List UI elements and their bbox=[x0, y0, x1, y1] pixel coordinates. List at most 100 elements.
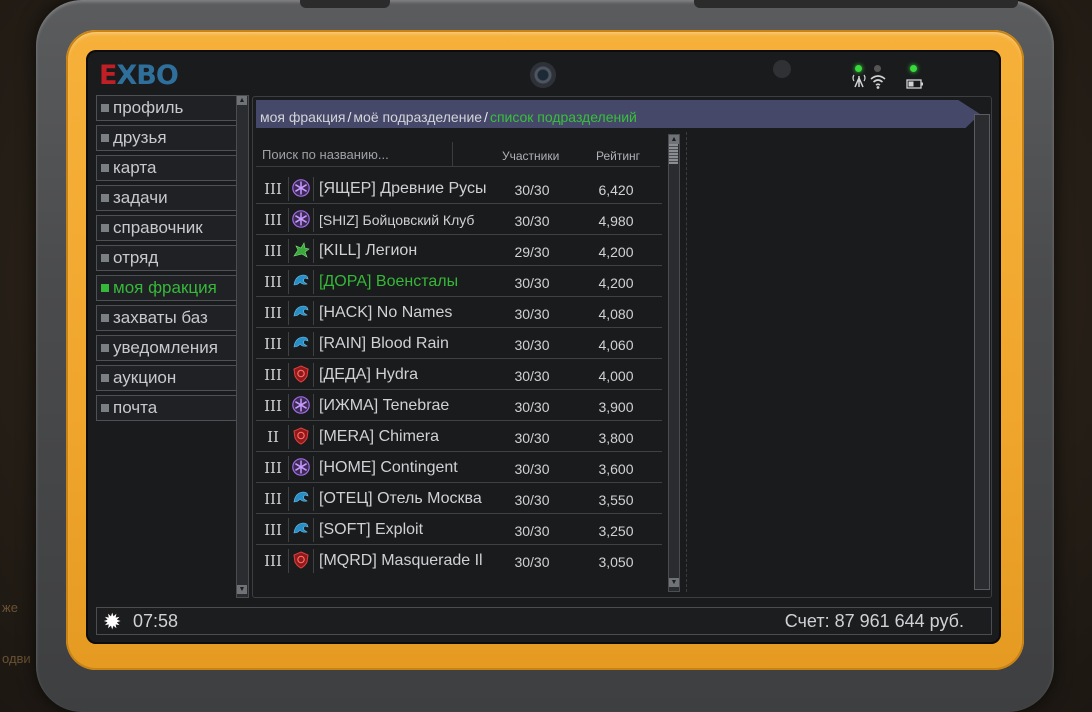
logo-bo: BO bbox=[136, 60, 179, 91]
column-header-members[interactable]: Участники bbox=[502, 149, 559, 163]
menu-item-label: профиль bbox=[113, 98, 184, 117]
menu-item-my-faction[interactable]: моя фракция bbox=[96, 275, 236, 301]
tablet-top-tab bbox=[694, 0, 1018, 8]
unit-rank: III bbox=[264, 273, 282, 291]
unit-rating: 3,550 bbox=[598, 492, 634, 508]
menu-scrollbar[interactable] bbox=[236, 95, 249, 598]
bullet-icon bbox=[101, 284, 109, 292]
unit-row[interactable]: III [KILL] Легион 29/30 4,200 bbox=[256, 236, 662, 266]
blue-eagle-icon bbox=[288, 301, 314, 325]
unit-row[interactable]: III [ЯЩЕР] Древние Русы 30/30 6,420 bbox=[256, 174, 662, 204]
unit-name: [ОТЕЦ] Отель Москва bbox=[319, 490, 482, 507]
list-scroll-thumb[interactable] bbox=[669, 144, 678, 164]
menu-item-reference[interactable]: справочник bbox=[96, 215, 236, 241]
unit-row[interactable]: III [HOME] Contingent 30/30 3,600 bbox=[256, 453, 662, 483]
menu-item-label: уведомления bbox=[113, 338, 218, 357]
unit-name: [ИЖМА] Tenebrae bbox=[319, 397, 450, 414]
unit-rank: II bbox=[267, 428, 279, 446]
unit-row[interactable]: III [ДОРА] Военсталы 30/30 4,200 bbox=[256, 267, 662, 297]
list-scroll-down-icon[interactable]: ▼ bbox=[669, 578, 679, 587]
unit-name: [HACK] No Names bbox=[319, 304, 453, 321]
unit-members: 29/30 bbox=[514, 244, 550, 260]
unit-members: 30/30 bbox=[514, 461, 550, 477]
unit-members: 30/30 bbox=[514, 213, 550, 229]
signal-led-icon bbox=[855, 65, 862, 72]
unit-row[interactable]: III [SHIZ] Бойцовский Клуб 30/30 4,980 bbox=[256, 205, 662, 235]
bullet-icon bbox=[101, 404, 109, 412]
purple-snowflake-icon bbox=[288, 456, 314, 480]
unit-rating: 6,420 bbox=[598, 182, 634, 198]
menu-item-profile[interactable]: профиль bbox=[96, 95, 236, 121]
unit-row[interactable]: III [ОТЕЦ] Отель Москва 30/30 3,550 bbox=[256, 484, 662, 514]
menu-item-notifications[interactable]: уведомления bbox=[96, 335, 236, 361]
unit-name: [ДЕДА] Hydra bbox=[319, 366, 419, 383]
unit-rating: 4,200 bbox=[598, 244, 634, 260]
bullet-icon bbox=[101, 194, 109, 202]
menu-item-label: отряд bbox=[113, 248, 159, 267]
menu-item-label: справочник bbox=[113, 218, 203, 237]
menu-item-label: моя фракция bbox=[113, 278, 217, 297]
breadcrumb: моя фракция / моё подразделение / список под… bbox=[256, 100, 980, 128]
unit-rank: III bbox=[264, 459, 282, 477]
red-shield-icon bbox=[288, 549, 314, 573]
unit-members: 30/30 bbox=[514, 554, 550, 570]
search-input[interactable] bbox=[258, 142, 453, 166]
menu-item-label: карта bbox=[113, 158, 157, 177]
battery-icon bbox=[906, 77, 924, 92]
menu-item-tasks[interactable]: задачи bbox=[96, 185, 236, 211]
menu-scroll-up-icon[interactable]: ▲ bbox=[237, 96, 247, 105]
unit-row[interactable]: III [HACK] No Names 30/30 4,080 bbox=[256, 298, 662, 328]
breadcrumb-separator: / bbox=[347, 109, 352, 125]
unit-name: [SOFT] Exploit bbox=[319, 521, 424, 538]
sun-icon: ✹ bbox=[103, 609, 122, 634]
blue-eagle-icon bbox=[288, 487, 314, 511]
light-sensor-icon bbox=[773, 60, 791, 78]
unit-row[interactable]: III [ДЕДА] Hydra 30/30 4,000 bbox=[256, 360, 662, 390]
menu-item-map[interactable]: карта bbox=[96, 155, 236, 181]
sidebar-menu: профиль друзья карта задачи справочник о… bbox=[96, 95, 236, 425]
list-scroll-up-icon[interactable]: ▲ bbox=[669, 135, 679, 144]
unit-name: [SHIZ] Бойцовский Клуб bbox=[319, 212, 475, 228]
content-scrollbar[interactable] bbox=[974, 114, 990, 590]
tablet-top-tab bbox=[300, 0, 390, 8]
exbo-logo: EXBO bbox=[99, 60, 179, 91]
unit-members: 30/30 bbox=[514, 368, 550, 384]
unit-details-panel bbox=[686, 132, 973, 592]
unit-name: [MERA] Chimera bbox=[319, 428, 440, 445]
unit-row[interactable]: III [MQRD] Masquerade Il 30/30 3,050 bbox=[256, 546, 662, 574]
menu-item-label: друзья bbox=[113, 128, 167, 147]
unit-rating: 4,000 bbox=[598, 368, 634, 384]
unit-rating: 4,200 bbox=[598, 275, 634, 291]
unit-members: 30/30 bbox=[514, 523, 550, 539]
unit-rank: III bbox=[264, 180, 282, 198]
unit-row[interactable]: II [MERA] Chimera 30/30 3,800 bbox=[256, 422, 662, 452]
column-header-rating[interactable]: Рейтинг bbox=[596, 149, 640, 163]
menu-item-label: задачи bbox=[113, 188, 168, 207]
bullet-icon bbox=[101, 104, 109, 112]
menu-item-auction[interactable]: аукцион bbox=[96, 365, 236, 391]
unit-row[interactable]: III [ИЖМА] Tenebrae 30/30 3,900 bbox=[256, 391, 662, 421]
breadcrumb-link-my-unit[interactable]: моё подразделение bbox=[353, 109, 482, 125]
clock: 07:58 bbox=[133, 611, 179, 631]
balance: Счет: 87 961 644 руб. bbox=[784, 611, 964, 631]
unit-row[interactable]: III [RAIN] Blood Rain 30/30 4,060 bbox=[256, 329, 662, 359]
menu-item-friends[interactable]: друзья bbox=[96, 125, 236, 151]
menu-item-mail[interactable]: почта bbox=[96, 395, 236, 421]
unit-row[interactable]: III [SOFT] Exploit 30/30 3,250 bbox=[256, 515, 662, 545]
breadcrumb-link-my-faction[interactable]: моя фракция bbox=[260, 109, 346, 125]
bullet-icon bbox=[101, 374, 109, 382]
list-header: Участники Рейтинг bbox=[256, 140, 660, 167]
blue-eagle-icon bbox=[288, 332, 314, 356]
bullet-icon bbox=[101, 344, 109, 352]
purple-snowflake-icon bbox=[288, 177, 314, 201]
unit-rating: 3,250 bbox=[598, 523, 634, 539]
unit-members: 30/30 bbox=[514, 399, 550, 415]
menu-item-base-captures[interactable]: захваты баз bbox=[96, 305, 236, 331]
unit-members: 30/30 bbox=[514, 492, 550, 508]
background-text: одви bbox=[2, 651, 31, 666]
menu-scroll-down-icon[interactable]: ▼ bbox=[237, 585, 247, 594]
purple-snowflake-icon bbox=[288, 394, 314, 418]
logo-x: X bbox=[116, 60, 137, 91]
list-scrollbar[interactable] bbox=[668, 134, 680, 592]
menu-item-squad[interactable]: отряд bbox=[96, 245, 236, 271]
